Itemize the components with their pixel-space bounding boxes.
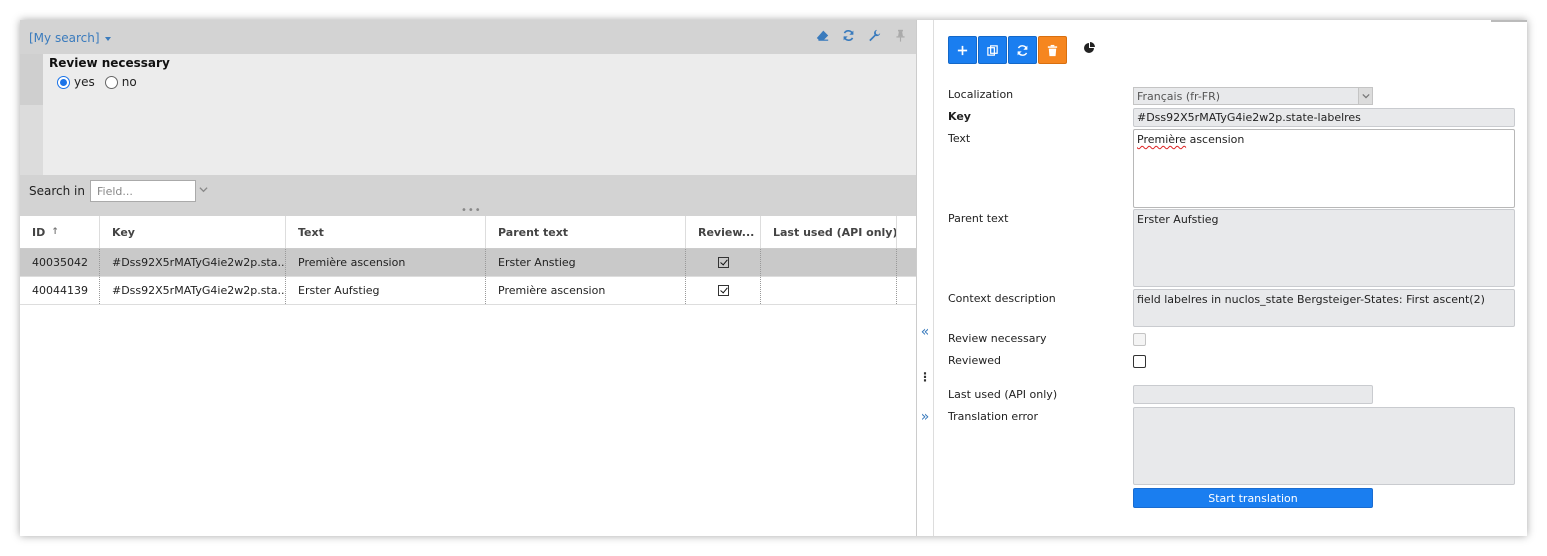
chevron-down-icon[interactable] [199,185,208,193]
field-input[interactable] [90,180,196,202]
context-description-field[interactable]: field labelres in nuclos_state Bergsteig… [1133,289,1515,327]
my-search-dropdown[interactable]: [My search] [29,31,111,45]
divider [1491,20,1527,22]
radio-no[interactable] [104,75,118,89]
refresh-icon [1017,44,1028,56]
localization-value: Français (fr-FR) [1137,90,1221,103]
detail-pane: Localization Français (fr-FR) Key #Dss92… [934,20,1527,536]
text-value-rest: ascension [1189,133,1245,146]
table-header: ID ↑ Key Text Parent text Review... Last … [20,216,917,249]
context-description-label: Context description [948,292,1056,305]
wrench-icon[interactable] [867,28,881,42]
option-no-label: no [121,75,137,89]
last-used-label: Last used (API only) [948,388,1058,401]
cell-last-used [761,277,897,304]
table-row[interactable]: 40035042 #Dss92X5rMATyG4ie2w2p.sta... Pr… [20,249,917,277]
delete-button[interactable] [1038,36,1067,64]
pane-splitter: « ⋮ » [916,20,934,536]
option-yes[interactable]: yes [57,75,95,89]
cell-review [686,249,761,276]
start-translation-button[interactable]: Start translation [1133,488,1373,508]
review-necessary-checkbox [1133,333,1146,346]
results-table: ID ↑ Key Text Parent text Review... Last … [20,216,917,305]
filter-title: Review necessary [49,56,170,70]
caret-down-icon [104,36,111,41]
localization-select[interactable]: Français (fr-FR) [1133,87,1373,105]
clone-button[interactable] [978,36,1007,64]
translation-error-field[interactable] [1133,407,1515,485]
filter-strip-marker [20,54,43,105]
cell-text: Erster Aufstieg [286,277,486,304]
localization-label: Localization [948,88,1014,101]
checked-icon [717,285,729,296]
splitter-drag-handle[interactable]: ⋮ [917,370,933,384]
review-necessary-label: Review necessary [948,332,1047,345]
text-label: Text [948,132,971,145]
text-value-first-word: Première [1137,133,1187,146]
collapse-left-icon[interactable]: « [917,324,933,340]
cell-text: Première ascension [286,249,486,276]
last-used-field[interactable] [1133,385,1373,404]
chevron-down-icon [1358,88,1372,104]
option-no[interactable]: no [104,75,137,89]
filter-area: Review necessary yes no [20,54,917,175]
search-in-label: Search in [29,184,85,198]
reviewed-label: Reviewed [948,354,1001,367]
eraser-icon[interactable] [815,28,829,42]
delete-icon [1047,44,1058,56]
cell-last-used [761,249,897,276]
column-header-last-used[interactable]: Last used (API only) [761,216,897,248]
app-window: [My search] Review necessary yes no Sear… [20,20,1527,536]
add-icon [957,45,968,55]
column-header-review[interactable]: Review... [686,216,761,248]
option-yes-label: yes [74,75,95,89]
radio-yes[interactable] [57,75,70,89]
key-field[interactable]: #Dss92X5rMATyG4ie2w2p.state-labelres [1133,108,1515,127]
splitter-handle[interactable]: ••• [461,205,482,216]
add-button[interactable] [948,36,977,64]
table-row[interactable]: 40044139 #Dss92X5rMATyG4ie2w2p.sta... Er… [20,277,917,305]
search-in-bar: Search in ••• [20,175,917,216]
column-header-id-label: ID [32,225,46,239]
column-header-text[interactable]: Text [286,216,486,248]
my-search-label: [My search] [29,31,100,45]
refresh-icon[interactable] [841,28,855,42]
search-pane: [My search] Review necessary yes no Sear… [20,20,917,536]
column-header-parent-text[interactable]: Parent text [486,216,686,248]
filter-options: yes no [57,75,143,89]
cell-parent-text: Erster Anstieg [486,249,686,276]
sort-ascending-icon: ↑ [51,227,59,237]
cell-review [686,277,761,304]
pin-icon[interactable] [893,28,907,42]
key-label: Key [948,110,971,123]
pie-chart-icon[interactable] [1082,41,1096,55]
cell-id: 40044139 [20,277,100,304]
cell-key: #Dss92X5rMATyG4ie2w2p.sta... [100,277,286,304]
copy-icon [987,44,998,56]
reviewed-checkbox[interactable] [1133,355,1146,368]
refresh-button[interactable] [1008,36,1037,64]
collapse-right-icon[interactable]: » [917,409,933,425]
text-field[interactable]: Première ascension [1133,129,1515,208]
search-header-icons [815,28,907,42]
cell-id: 40035042 [20,249,100,276]
cell-parent-text: Première ascension [486,277,686,304]
filter-strip [20,54,43,175]
column-header-id[interactable]: ID ↑ [20,216,100,248]
cell-key: #Dss92X5rMATyG4ie2w2p.sta... [100,249,286,276]
detail-toolbar [948,36,1067,64]
parent-text-label: Parent text [948,212,1009,225]
checked-icon [717,257,729,268]
column-header-key[interactable]: Key [100,216,286,248]
parent-text-field[interactable]: Erster Aufstieg [1133,209,1515,287]
translation-error-label: Translation error [948,410,1039,423]
search-header: [My search] [20,20,917,54]
